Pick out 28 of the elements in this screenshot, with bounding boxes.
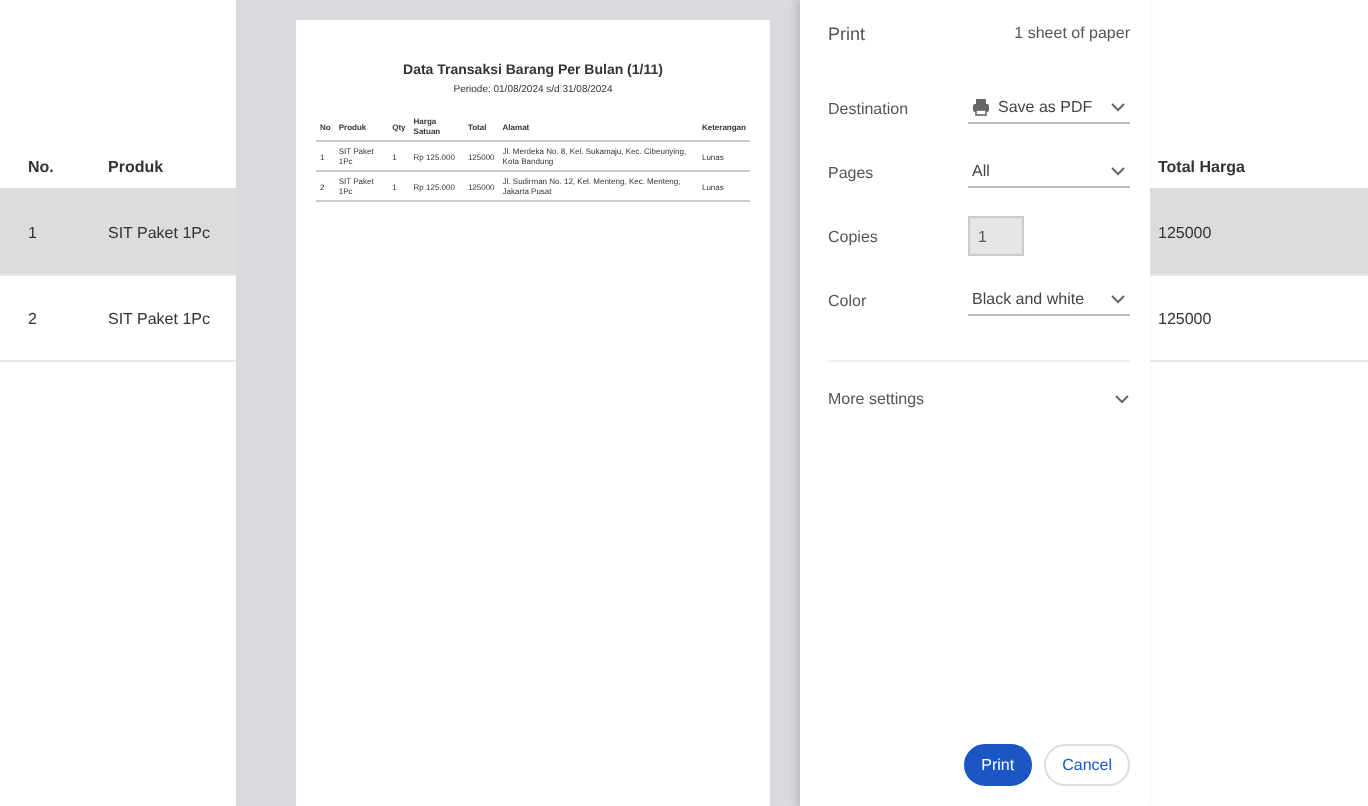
cancel-button[interactable]: Cancel [1044, 744, 1130, 786]
sheet-count: 1 sheet of paper [1014, 24, 1130, 44]
chevron-down-icon [1110, 294, 1126, 304]
dropdown[interactable]: All [968, 156, 1130, 188]
print-button[interactable]: Print [963, 744, 1033, 786]
field-label: Destination [828, 99, 911, 117]
field-label: Color [828, 291, 869, 309]
chevron-down-icon [1110, 102, 1126, 112]
table-cell-text: SIT Paket 1Pc [106, 309, 212, 327]
table-row[interactable]: 125000 [1150, 190, 1368, 276]
more-settings-label[interactable]: More settings [828, 390, 925, 408]
field-label: Pages [828, 163, 876, 181]
chevron-down-icon [1110, 166, 1126, 176]
field-label: Copies [828, 227, 880, 245]
table-cell-text: 1 [26, 223, 39, 241]
column-header: Total Harga [1156, 157, 1247, 175]
chevron-down-icon [1114, 394, 1130, 404]
table-cell-text: 2 [26, 309, 39, 327]
table-cell-text: SIT Paket 1Pc [106, 223, 212, 241]
column-header: No. [26, 157, 56, 175]
table-cell-text: 125000 [1156, 223, 1214, 241]
dropdown[interactable]: Black and white [968, 284, 1130, 316]
dialog-title: Print [828, 24, 866, 44]
table-row[interactable]: 125000 [1150, 276, 1368, 362]
table-cell-text: 125000 [1156, 309, 1214, 327]
dropdown[interactable]: Save as PDF [968, 92, 1130, 124]
column-header: Produk [106, 157, 166, 175]
table-row[interactable]: 1 SIT Paket 1Pc [0, 190, 236, 276]
